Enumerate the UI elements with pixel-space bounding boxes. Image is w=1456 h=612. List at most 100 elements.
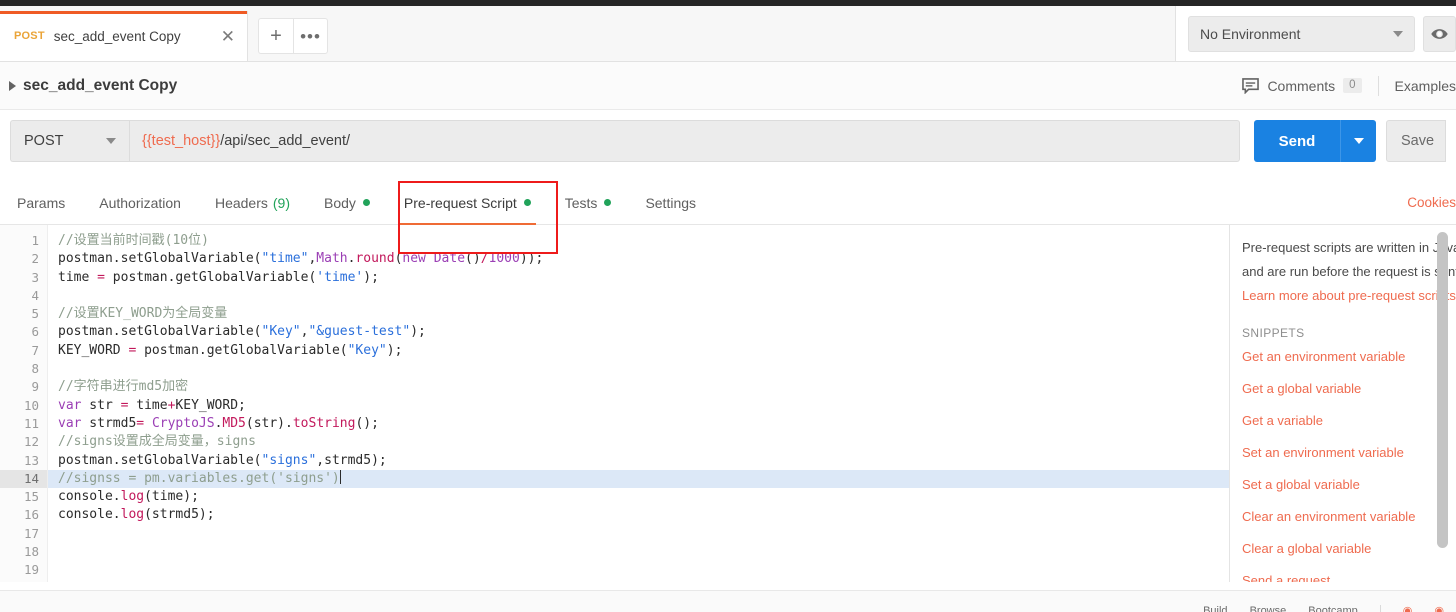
- code-line[interactable]: [48, 360, 1230, 378]
- editor-vertical-scrollbar[interactable]: [1437, 232, 1448, 576]
- code-line[interactable]: postman.setGlobalVariable("signs",strmd5…: [48, 452, 1230, 470]
- postman-window: POST sec_add_event Copy ✕ + ••• No Envir…: [0, 0, 1456, 612]
- code-line[interactable]: postman.setGlobalVariable("Key","&guest-…: [48, 323, 1230, 341]
- send-options-button[interactable]: [1340, 120, 1376, 162]
- line-number: 15: [23, 489, 39, 505]
- code-line[interactable]: //字符串进行md5加密: [48, 378, 1230, 396]
- cookies-link[interactable]: Cookies: [1407, 195, 1456, 210]
- chevron-down-icon: [1393, 30, 1404, 37]
- tab-settings[interactable]: Settings: [628, 181, 713, 225]
- code-line[interactable]: console.log(strmd5);: [48, 506, 1230, 524]
- comments-button[interactable]: Comments 0: [1242, 77, 1362, 94]
- environment-quick-look-button[interactable]: [1423, 15, 1456, 52]
- line-number: 5: [31, 306, 39, 322]
- send-button[interactable]: Send: [1254, 120, 1340, 162]
- line-number: 13: [23, 452, 39, 468]
- snippet-item[interactable]: Clear a global variable: [1242, 541, 1446, 556]
- status-item[interactable]: Browse: [1250, 605, 1287, 612]
- tab-method-label: POST: [14, 30, 45, 42]
- scrollbar-thumb[interactable]: [1437, 232, 1448, 548]
- code-line[interactable]: [48, 543, 1230, 561]
- learn-more-link[interactable]: Learn more about pre-request scripts: [1242, 287, 1456, 304]
- code-line[interactable]: //设置KEY_WORD为全局变量: [48, 305, 1230, 323]
- page-title: sec_add_event Copy: [23, 76, 178, 94]
- snippet-item[interactable]: Get an environment variable: [1242, 349, 1446, 364]
- snippet-item[interactable]: Get a variable: [1242, 413, 1446, 428]
- code-line[interactable]: [48, 287, 1230, 305]
- line-number: 12: [23, 434, 39, 450]
- status-item[interactable]: Build: [1203, 605, 1227, 612]
- plus-icon: +: [270, 25, 282, 47]
- breadcrumb-expand-icon[interactable]: [9, 80, 16, 91]
- status-icon[interactable]: ◉: [1403, 604, 1413, 612]
- tab-options-button[interactable]: •••: [293, 18, 328, 54]
- tab-label: Params: [17, 194, 66, 211]
- http-method-selector[interactable]: POST: [10, 120, 129, 162]
- code-line[interactable]: //signs设置成全局变量，signs: [48, 433, 1230, 451]
- code-line[interactable]: //signss = pm.variables.get('signs'): [48, 469, 1230, 489]
- code-line[interactable]: [48, 525, 1230, 543]
- chevron-down-icon: [106, 138, 116, 144]
- line-number: 10: [23, 397, 39, 413]
- line-number: 3: [31, 269, 39, 285]
- snippet-item[interactable]: Set an environment variable: [1242, 445, 1446, 460]
- chevron-down-icon: [1353, 138, 1364, 144]
- status-bar-items: Build Browse Bootcamp ◉ ◉: [1181, 595, 1456, 612]
- tab-label: Settings: [645, 194, 697, 211]
- tab-label: Tests: [564, 194, 598, 211]
- pre-request-script-editor[interactable]: 1 2 3 4 5 6 7 8 9 10 11 12 13 14 15 16 17 18 19 //设置当前时间戳(…: [0, 225, 1230, 582]
- url-variable-token: {{test_host}}: [142, 133, 221, 149]
- close-tab-icon[interactable]: ✕: [221, 28, 235, 45]
- tab-title-label: sec_add_event Copy: [53, 28, 181, 44]
- tab-pre-request-script[interactable]: Pre-request Script: [387, 181, 548, 226]
- snippet-item[interactable]: Get a global variable: [1242, 381, 1446, 396]
- status-divider: [1379, 605, 1381, 612]
- new-tab-button[interactable]: +: [258, 18, 293, 54]
- snippets-header: SNIPPETS: [1242, 326, 1305, 340]
- line-number: 9: [31, 379, 39, 395]
- line-number: 11: [23, 415, 39, 431]
- status-item[interactable]: Bootcamp: [1308, 605, 1358, 612]
- status-dot-icon: [362, 199, 370, 206]
- tab-body[interactable]: Body: [307, 181, 387, 225]
- code-line[interactable]: var str = time+KEY_WORD;: [48, 397, 1230, 415]
- tab-headers[interactable]: Headers (9): [198, 181, 307, 225]
- tab-params[interactable]: Params: [0, 181, 82, 225]
- line-number: 16: [23, 507, 39, 523]
- code-line[interactable]: KEY_WORD = postman.getGlobalVariable("Ke…: [48, 342, 1230, 360]
- snippet-item[interactable]: Clear an environment variable: [1242, 509, 1446, 524]
- request-tab-sec-add-event-copy[interactable]: POST sec_add_event Copy ✕: [0, 11, 248, 61]
- comments-count-badge: 0: [1343, 78, 1362, 93]
- line-number: 4: [31, 287, 39, 303]
- snippets-list: Get an environment variable Get a global …: [1242, 349, 1446, 582]
- eye-icon: [1431, 28, 1448, 39]
- tab-label: Body: [324, 194, 356, 211]
- code-line[interactable]: var strmd5= CryptoJS.MD5(str).toString()…: [48, 415, 1230, 433]
- code-line[interactable]: [48, 561, 1230, 579]
- environment-zone: No Environment: [1175, 6, 1456, 62]
- request-url-input[interactable]: {{test_host}}/api/sec_add_event/: [129, 120, 1240, 162]
- tab-tests[interactable]: Tests: [548, 181, 629, 225]
- code-line[interactable]: time = postman.getGlobalVariable('time')…: [48, 269, 1230, 287]
- snippet-item[interactable]: Send a request: [1242, 573, 1446, 582]
- status-bar: Build Browse Bootcamp ◉ ◉: [0, 590, 1456, 612]
- line-number: 6: [31, 324, 39, 340]
- line-number: 8: [31, 361, 39, 377]
- code-line[interactable]: console.log(time);: [48, 488, 1230, 506]
- snippet-item[interactable]: Set a global variable: [1242, 477, 1446, 492]
- line-number: 1: [31, 233, 39, 248]
- tab-authorization[interactable]: Authorization: [82, 181, 198, 225]
- comments-label: Comments: [1267, 77, 1336, 94]
- editor-code-area[interactable]: //设置当前时间戳(10位) postman.setGlobalVariable(…: [48, 225, 1230, 582]
- tab-label: Pre-request Script: [403, 194, 517, 211]
- examples-button[interactable]: Examples: [1395, 78, 1456, 94]
- status-dot-icon: [523, 199, 531, 206]
- headers-count: (9): [272, 194, 290, 211]
- environment-selector[interactable]: No Environment: [1188, 15, 1416, 52]
- code-line[interactable]: //设置当前时间戳(10位): [48, 232, 1230, 250]
- code-line[interactable]: postman.setGlobalVariable("time",Math.ro…: [48, 250, 1230, 268]
- tab-label: Authorization: [99, 194, 181, 211]
- save-button[interactable]: Save: [1386, 120, 1446, 162]
- request-tab-bar: POST sec_add_event Copy ✕ + •••: [0, 6, 1175, 62]
- status-icon-secondary[interactable]: ◉: [1434, 604, 1444, 612]
